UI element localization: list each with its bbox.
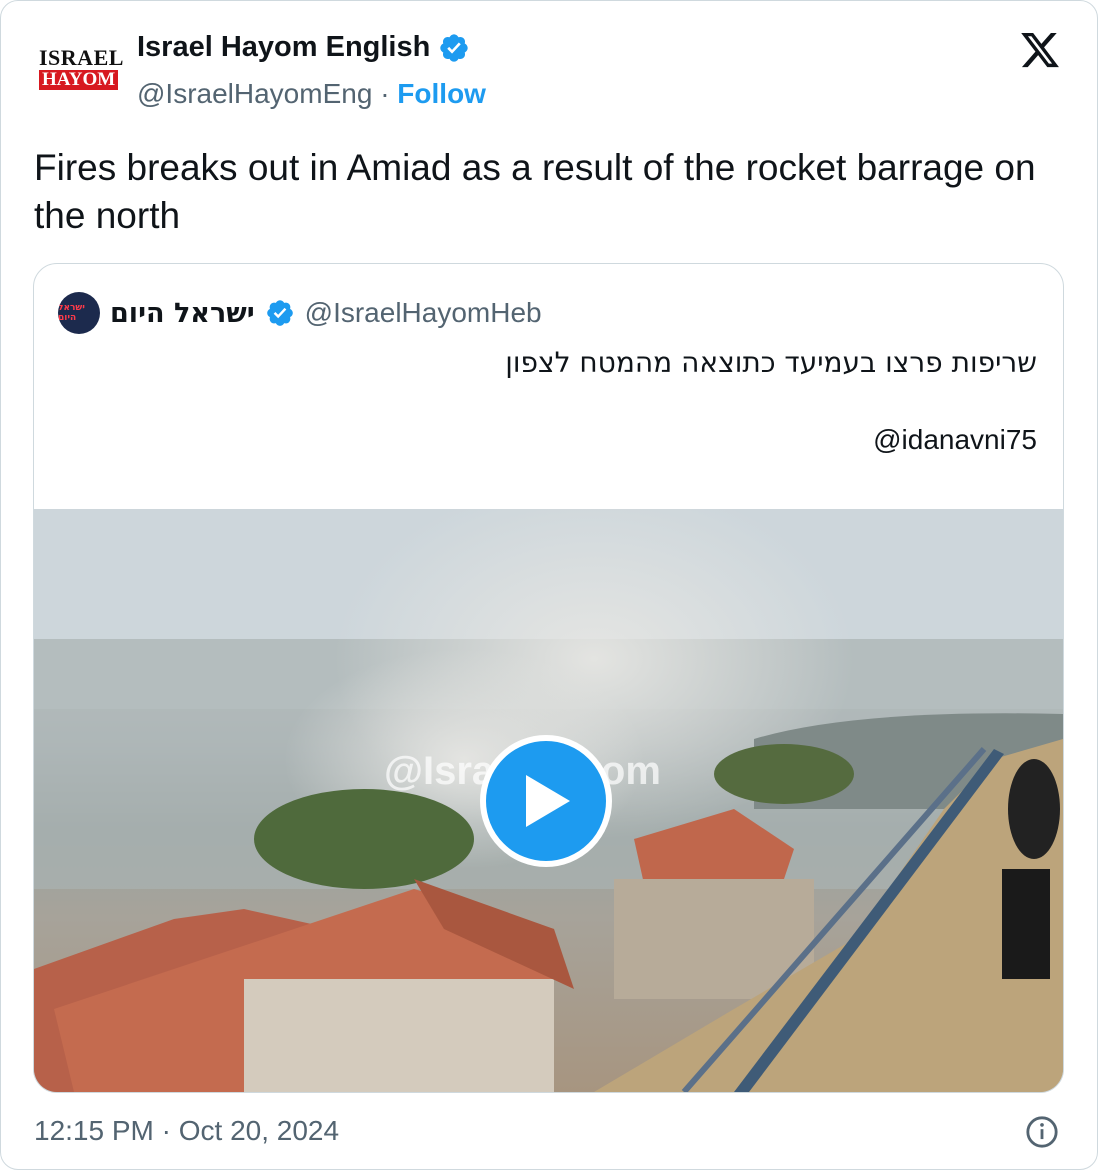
logo-line2: HAYOM: [39, 70, 119, 90]
logo-line1: ISRAEL: [39, 45, 124, 70]
author-name[interactable]: Israel Hayom English: [137, 31, 430, 64]
tweet-text: Fires breaks out in Amiad as a result of…: [34, 147, 1036, 236]
author-name-row[interactable]: Israel Hayom English: [137, 31, 470, 64]
quoted-avatar-text: ישראל היום: [58, 303, 85, 323]
quoted-name[interactable]: ישראל היום: [110, 298, 255, 329]
x-logo-icon[interactable]: [1017, 29, 1063, 71]
video-player[interactable]: @IsraelHayom: [34, 509, 1063, 1092]
quoted-header: ישראל היום ישראל היום @IsraelHayomHeb: [58, 292, 542, 334]
quoted-avatar[interactable]: ישראל היום: [58, 292, 100, 334]
play-icon: [526, 775, 570, 827]
play-button[interactable]: [480, 735, 612, 867]
follow-button[interactable]: Follow: [397, 78, 486, 109]
quoted-mention[interactable]: @idanavni75: [873, 424, 1037, 456]
quoted-text: שריפות פרצו בעמיעד כתוצאה מהמטח לצפון: [505, 346, 1037, 379]
separator: ·: [380, 78, 390, 109]
verified-badge-icon: [440, 33, 468, 62]
tweet-card: ISRAEL HAYOM Israel Hayom English @Israe…: [0, 0, 1098, 1170]
author-handle-row: @IsraelHayomEng · Follow: [137, 78, 486, 110]
verified-badge-icon: [266, 300, 293, 326]
author-handle[interactable]: @IsraelHayomEng: [137, 78, 372, 109]
author-avatar[interactable]: ISRAEL HAYOM: [39, 47, 123, 93]
quoted-tweet[interactable]: ישראל היום ישראל היום @IsraelHayomHeb שר…: [33, 263, 1064, 1093]
info-icon[interactable]: [1025, 1115, 1059, 1149]
quoted-handle[interactable]: @IsraelHayomHeb: [305, 297, 542, 329]
tweet-timestamp[interactable]: 12:15 PM · Oct 20, 2024: [34, 1115, 339, 1147]
